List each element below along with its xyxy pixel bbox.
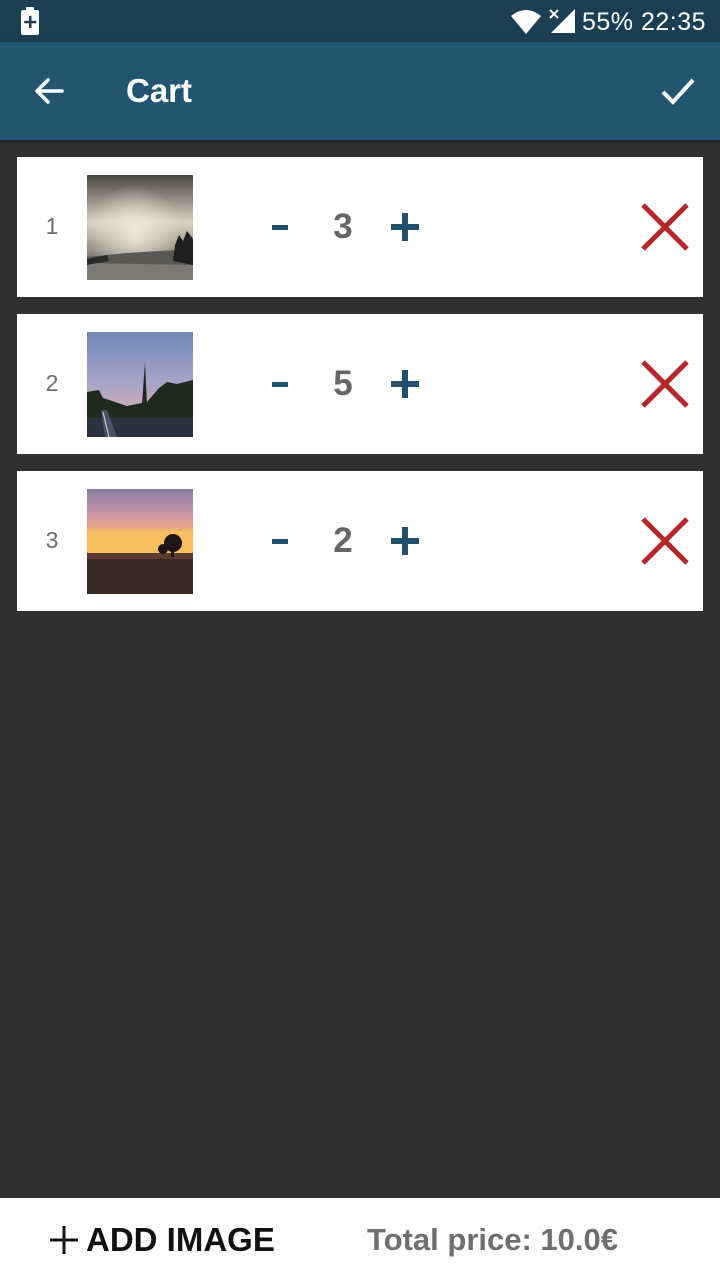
status-bar: 55% 22:35 — [0, 0, 720, 42]
remove-item-button[interactable] — [637, 356, 693, 412]
item-index: 2 — [45, 370, 59, 396]
item-thumbnail[interactable] — [87, 332, 193, 437]
increase-quantity-button[interactable] — [385, 521, 425, 561]
cart-item: 1 3 — [17, 157, 703, 297]
page-title: Cart — [126, 72, 193, 109]
cart-list: 1 3 2 5 3 2 — [17, 157, 703, 628]
clock: 22:35 — [640, 8, 706, 36]
remove-item-button[interactable] — [637, 513, 693, 569]
item-index: 3 — [45, 527, 59, 553]
wifi-icon — [511, 10, 541, 34]
back-arrow-icon — [35, 78, 64, 104]
decrease-quantity-button[interactable] — [263, 201, 297, 253]
plus-icon — [391, 527, 419, 555]
item-index: 1 — [45, 213, 59, 239]
quantity-value: 2 — [333, 521, 353, 560]
quantity-value: 3 — [333, 207, 353, 246]
minus-icon — [272, 224, 288, 230]
signal-icon — [549, 9, 575, 33]
add-image-label: ADD IMAGE — [86, 1221, 275, 1258]
close-icon — [641, 360, 689, 408]
battery-percent: 55% — [581, 8, 634, 36]
cart-item: 3 2 — [17, 471, 703, 611]
item-thumbnail[interactable] — [87, 175, 193, 280]
cart-item: 2 5 — [17, 314, 703, 454]
status-text: 55% 22:35 — [582, 8, 706, 37]
app-bar: Cart — [0, 42, 720, 140]
decrease-quantity-button[interactable] — [263, 358, 297, 410]
item-thumbnail[interactable] — [87, 489, 193, 594]
close-icon — [641, 203, 689, 251]
plus-icon — [391, 370, 419, 398]
increase-quantity-button[interactable] — [385, 364, 425, 404]
plus-icon — [50, 1226, 78, 1254]
decrease-quantity-button[interactable] — [263, 515, 297, 567]
increase-quantity-button[interactable] — [385, 207, 425, 247]
back-button[interactable] — [22, 69, 76, 113]
bottom-bar: ADD IMAGE Total price: 10.0€ — [0, 1198, 720, 1280]
confirm-button[interactable] — [654, 67, 702, 115]
total-price: Total price: 10.0€ — [367, 1222, 618, 1257]
checkmark-icon — [661, 78, 695, 105]
quantity-value: 5 — [333, 364, 353, 403]
minus-icon — [272, 381, 288, 387]
plus-icon — [391, 213, 419, 241]
remove-item-button[interactable] — [637, 199, 693, 255]
add-image-button[interactable]: ADD IMAGE — [50, 1220, 275, 1260]
minus-icon — [272, 538, 288, 544]
close-icon — [641, 517, 689, 565]
battery-icon — [21, 7, 39, 35]
